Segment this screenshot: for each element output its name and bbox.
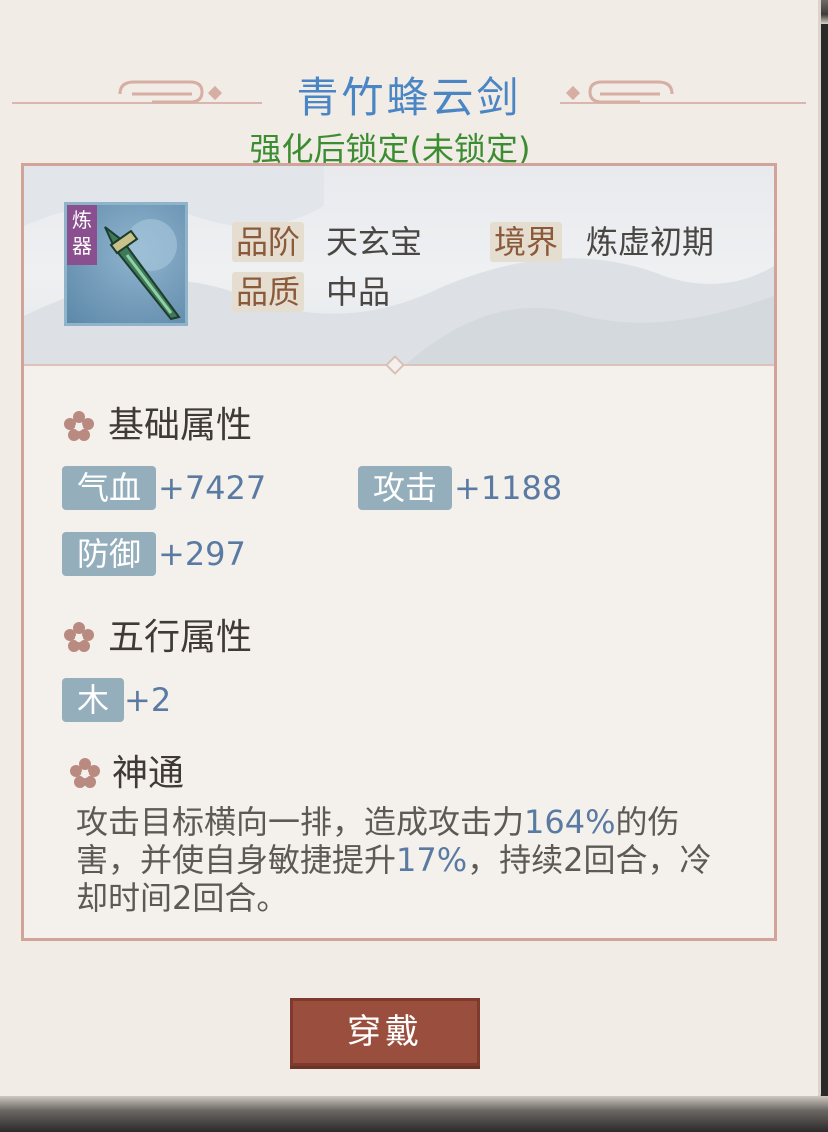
wood-tag: 木 (62, 678, 124, 722)
equip-button[interactable]: 穿戴 (290, 998, 480, 1066)
plum-flower-icon (64, 411, 94, 441)
item-header: 炼 器 品阶 天玄宝 境界 炼虚初期 品质 中品 (24, 166, 774, 366)
attack-value: +1188 (454, 469, 563, 507)
base-stats-title: 基础属性 (108, 405, 253, 446)
quality-label: 品质 (232, 272, 305, 312)
hp-tag: 气血 (62, 466, 156, 510)
skill-desc-text: 攻击目标横向一排，造成攻击力 (76, 803, 525, 841)
plum-flower-icon (70, 758, 100, 788)
skill-cooldown: 2 (172, 879, 193, 917)
refine-badge: 炼 器 (67, 205, 97, 265)
item-icon[interactable]: 炼 器 (64, 202, 188, 326)
hp-value: +7427 (158, 469, 267, 507)
item-detail-scroll: 青竹蜂云剑 强化后锁定(未锁定) 炼 器 品阶 天玄宝 境界 炼虚初期 品质 中… (0, 0, 821, 1100)
item-name: 青竹蜂云剑 (296, 73, 522, 122)
skill-duration: 2 (563, 841, 584, 879)
skill-desc-text: ，持续 (467, 841, 564, 879)
realm-value: 炼虚初期 (586, 223, 715, 261)
realm-label: 境界 (490, 222, 563, 262)
skill-title: 神通 (112, 753, 185, 794)
grade-label: 品阶 (232, 222, 305, 262)
element-stats-title: 五行属性 (108, 617, 253, 658)
grade-value: 天玄宝 (326, 223, 423, 261)
plum-flower-icon (64, 622, 94, 652)
scroll-bottom-rod (0, 1096, 828, 1132)
defense-tag: 防御 (62, 532, 156, 576)
skill-description: 攻击目标横向一排，造成攻击力164%的伤害，并使自身敏捷提升17%，持续2回合，… (76, 803, 726, 917)
skill-damage-percent: 164% (524, 803, 616, 841)
attack-tag: 攻击 (358, 466, 452, 510)
skill-agility-percent: 17% (396, 841, 468, 879)
skill-desc-text: 回合。 (192, 879, 289, 917)
wood-value: +2 (124, 681, 172, 719)
item-info-panel: 炼 器 品阶 天玄宝 境界 炼虚初期 品质 中品 基础属性 气血 +7427 攻… (21, 163, 777, 941)
defense-value: +297 (158, 535, 246, 573)
quality-value: 中品 (326, 273, 391, 311)
